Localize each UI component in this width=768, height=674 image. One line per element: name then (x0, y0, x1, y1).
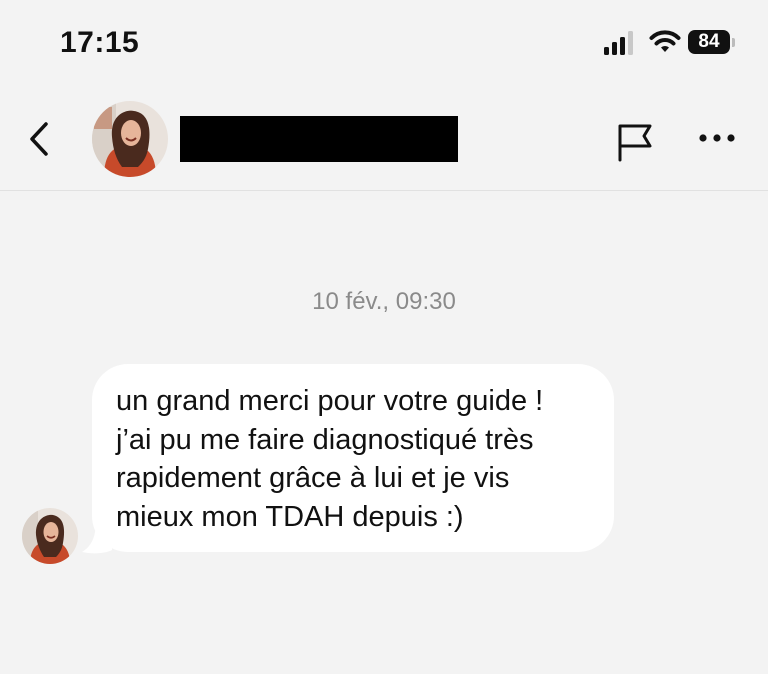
wifi-icon (649, 30, 681, 52)
battery-tip (732, 38, 735, 47)
more-horizontal-icon[interactable] (696, 128, 738, 148)
message-bubble[interactable]: un grand merci pour votre guide ! j’ai p… (92, 364, 614, 552)
sender-avatar[interactable] (22, 508, 78, 564)
contact-name-redacted[interactable] (180, 116, 458, 162)
battery-icon: 84 (688, 30, 736, 56)
avatar[interactable] (92, 101, 168, 177)
signal-icon (604, 31, 633, 55)
status-bar: 17:15 84 (0, 0, 768, 90)
flag-icon[interactable] (614, 120, 656, 162)
message-timestamp: 10 fév., 09:30 (312, 288, 456, 315)
chevron-left-icon[interactable] (26, 120, 54, 158)
battery-level: 84 (688, 30, 730, 54)
status-time: 17:15 (60, 26, 140, 59)
conversation-header (0, 90, 768, 191)
message-text: un grand merci pour votre guide ! j’ai p… (116, 385, 544, 533)
